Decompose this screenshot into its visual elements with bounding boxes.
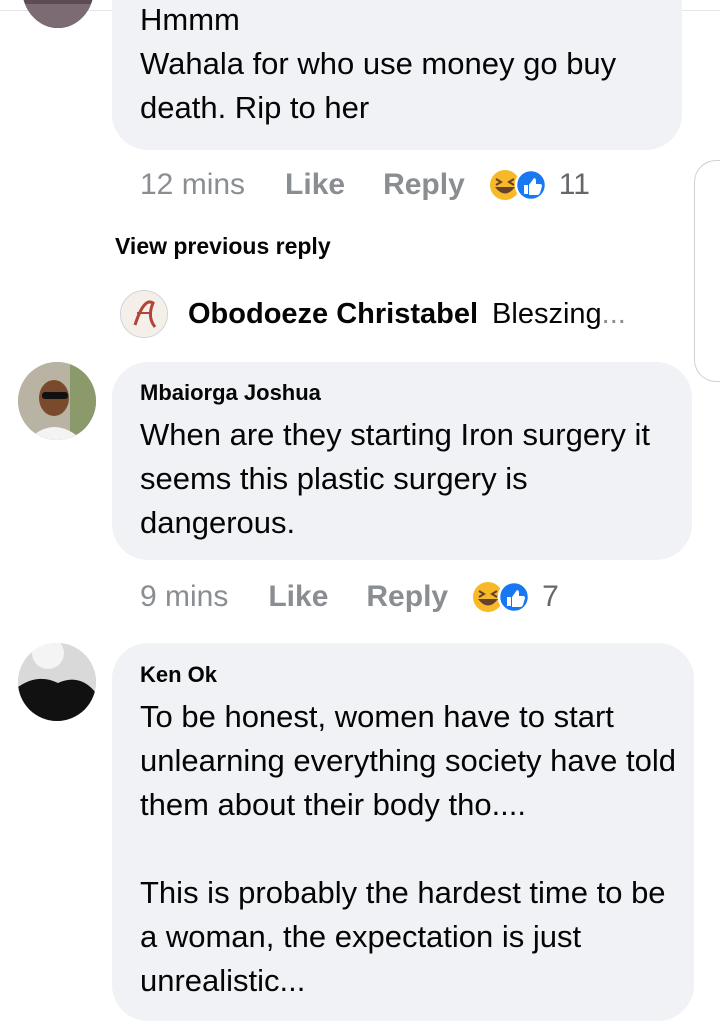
- avatar[interactable]: [22, 0, 94, 28]
- haha-like-reactions-icon: [473, 580, 531, 614]
- comment-time: 12 mins: [140, 168, 246, 201]
- avatar-photo: [22, 0, 94, 28]
- comment-author-name[interactable]: Ken Ok: [140, 662, 217, 688]
- comments-screen: Hmmm Wahala for who use money go buy dea…: [0, 0, 720, 1031]
- reactions-summary[interactable]: 7: [470, 579, 559, 615]
- avatar[interactable]: [18, 643, 96, 721]
- comment-text: Hmmm Wahala for who use money go buy dea…: [140, 2, 617, 125]
- side-panel-handle[interactable]: [694, 160, 720, 382]
- comment-text: When are they starting Iron surgery it s…: [140, 417, 659, 540]
- reply-ellipsis: ...: [601, 297, 626, 330]
- avatar[interactable]: [120, 290, 168, 338]
- reactions-summary[interactable]: 11: [487, 167, 590, 203]
- haha-like-reactions-icon: [489, 168, 548, 202]
- reply-button[interactable]: Reply: [366, 580, 448, 614]
- like-button[interactable]: Like: [285, 168, 345, 202]
- comment-actions: 9 mins Like Reply 7: [140, 577, 559, 617]
- comment-text: To be honest, women have to start unlear…: [140, 699, 676, 998]
- reply-snippet: Bleszing: [492, 297, 602, 330]
- reaction-count: 7: [542, 580, 559, 613]
- reaction-count: 11: [558, 168, 590, 201]
- view-previous-reply-link[interactable]: View previous reply: [115, 233, 331, 260]
- avatar[interactable]: [18, 362, 96, 440]
- like-button[interactable]: Like: [268, 580, 328, 614]
- reply-button[interactable]: Reply: [383, 168, 465, 202]
- comment-author-name[interactable]: Mbaiorga Joshua: [140, 380, 321, 406]
- avatar-photo: [18, 643, 96, 721]
- avatar-photo: [121, 291, 167, 337]
- comment-time: 9 mins: [140, 580, 229, 613]
- reply-author-name[interactable]: Obodoeze Christabel: [188, 298, 478, 331]
- avatar-photo: [18, 362, 96, 440]
- reply-preview[interactable]: Obodoeze Christabel Bleszing...: [120, 290, 626, 338]
- comment-actions: 12 mins Like Reply 11: [140, 165, 590, 205]
